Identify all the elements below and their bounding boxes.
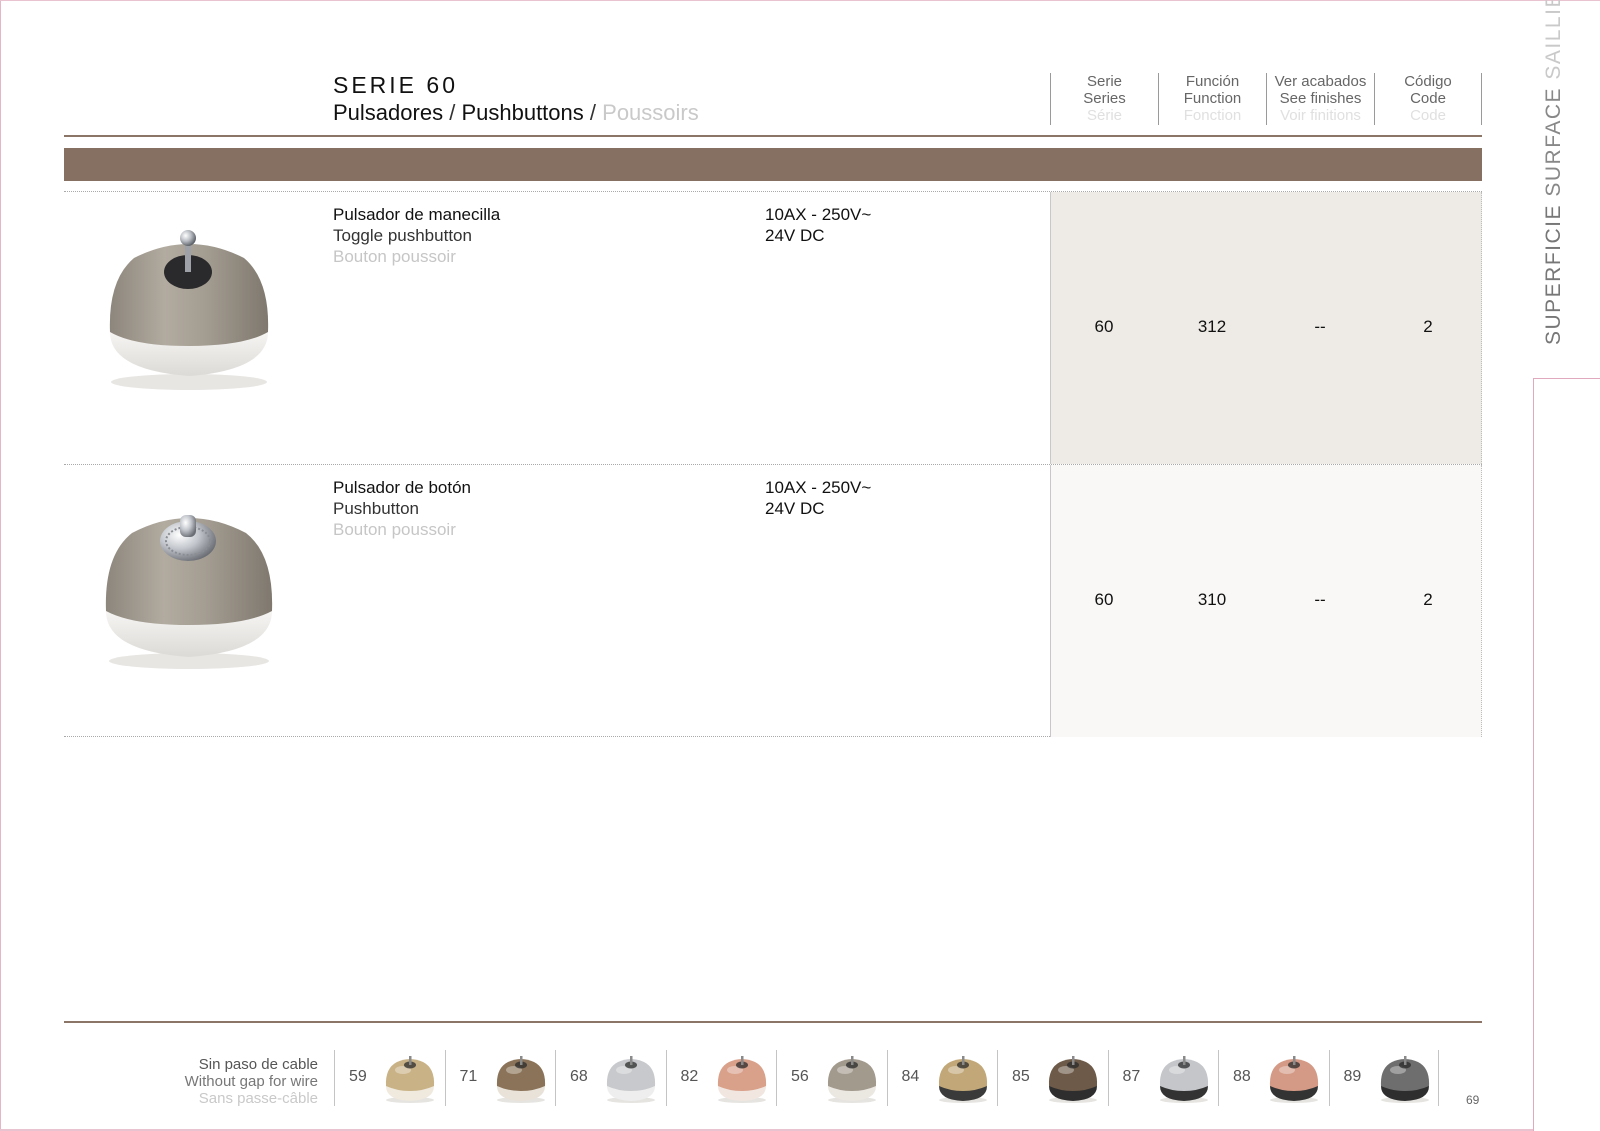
finish-swatches: 59 71 68 82 56 84 85 87 88 89 xyxy=(334,1050,1439,1106)
serie-value: 60 xyxy=(1094,317,1114,336)
page-header: SERIE 60 Pulsadores / Pushbuttons / Pous… xyxy=(333,72,699,126)
finish-swatch-icon xyxy=(717,1056,766,1103)
column-label-en: See finishes xyxy=(1279,90,1362,107)
column-label-es: Código xyxy=(1404,73,1452,90)
column-label-en: Code xyxy=(1410,90,1446,107)
product-row: Pulsador de botón Pushbutton Bouton pous… xyxy=(64,464,1482,737)
finish-swatch-item: 68 xyxy=(555,1050,666,1106)
column-label-fr: Série xyxy=(1086,107,1123,124)
product-name-es: Pulsador de manecilla xyxy=(333,205,501,224)
side-tab xyxy=(1533,378,1600,1131)
finish-code: 68 xyxy=(570,1068,588,1085)
function-value: 310 xyxy=(1197,590,1227,609)
header-divider xyxy=(64,135,1482,137)
column-label-es: Función xyxy=(1185,73,1240,90)
spec-line: 10AX - 250V~ xyxy=(765,478,872,497)
column-label-fr: Fonction xyxy=(1183,107,1242,124)
finish-code: 87 xyxy=(1122,1068,1141,1085)
finish-code: 82 xyxy=(680,1068,699,1085)
finish-swatch-icon xyxy=(385,1056,435,1103)
finish-swatch-item: 59 xyxy=(334,1050,445,1106)
finish-swatch-item: 84 xyxy=(886,1050,998,1106)
finish-code: 89 xyxy=(1343,1068,1362,1085)
subtitle-es: Pulsadores xyxy=(333,100,444,125)
spec-line: 24V DC xyxy=(765,499,825,518)
product-name: Pulsador de botón Pushbutton Bouton pous… xyxy=(333,477,471,540)
subtitle-separator: / xyxy=(589,100,597,125)
product-name: Pulsador de manecilla Toggle pushbutton … xyxy=(333,204,500,267)
column-header-code: Código Code Code xyxy=(1374,73,1482,125)
column-label-en: Function xyxy=(1183,90,1242,107)
footer-label-en: Without gap for wire xyxy=(184,1073,318,1090)
finishes-value: -- xyxy=(1314,317,1326,336)
finish-code: 56 xyxy=(791,1068,809,1085)
column-label-es: Ver acabados xyxy=(1274,73,1367,90)
column-header-finishes: Ver acabados See finishes Voir finitions xyxy=(1266,73,1374,125)
finish-swatch-item: 87 xyxy=(1107,1050,1219,1106)
footer-label: Sin paso de cable Without gap for wire S… xyxy=(150,1056,318,1107)
serie-value: 60 xyxy=(1094,590,1114,609)
finish-code: 71 xyxy=(459,1068,478,1085)
side-tab-label-en: SURFACE xyxy=(1542,86,1565,197)
footer-divider xyxy=(64,1021,1482,1023)
page-border xyxy=(0,0,1600,1)
footer-label-es: Sin paso de cable xyxy=(198,1056,318,1073)
column-header-serie: Serie Series Série xyxy=(1050,73,1158,125)
column-label-es: Serie xyxy=(1086,73,1123,90)
finish-swatch-icon xyxy=(1159,1056,1208,1103)
product-name-fr: Bouton poussoir xyxy=(333,520,456,539)
page-border xyxy=(0,0,1,1131)
finish-swatch-icon xyxy=(496,1056,545,1103)
finish-code: 84 xyxy=(901,1068,920,1085)
column-label-fr: Voir finitions xyxy=(1280,107,1361,124)
subtitle-separator: / xyxy=(449,100,456,125)
finish-swatch-item: 89 xyxy=(1328,1050,1439,1106)
finish-swatch-icon xyxy=(1048,1056,1098,1103)
finish-swatch-item: 71 xyxy=(444,1050,556,1106)
product-name-fr: Bouton poussoir xyxy=(333,247,456,266)
finish-code: 59 xyxy=(349,1068,367,1085)
subtitle-en: Pushbuttons xyxy=(461,100,584,125)
pushbutton-image xyxy=(105,515,273,669)
finish-swatch-icon xyxy=(938,1056,987,1103)
code-value: 2 xyxy=(1423,590,1433,609)
footer-label-fr: Sans passe-câble xyxy=(198,1090,318,1107)
product-spec: 10AX - 250V~ 24V DC xyxy=(765,204,871,246)
page-subtitle: Pulsadores / Pushbuttons / Poussoirs xyxy=(333,100,699,126)
product-name-en: Toggle pushbutton xyxy=(333,226,472,245)
page-number: 69 xyxy=(1466,1093,1480,1107)
side-tab-label-fr: SAILLIE xyxy=(1542,0,1565,80)
product-row: Pulsador de manecilla Toggle pushbutton … xyxy=(64,191,1482,464)
finish-code: 85 xyxy=(1012,1068,1030,1085)
column-label-fr: Code xyxy=(1410,107,1446,124)
subtitle-fr: Poussoirs xyxy=(602,100,699,125)
function-value: 312 xyxy=(1197,317,1227,336)
spec-line: 10AX - 250V~ xyxy=(765,205,872,224)
product-name-es: Pulsador de botón xyxy=(333,478,471,497)
finish-swatch-icon xyxy=(606,1056,656,1103)
toggle-pushbutton-image xyxy=(109,230,269,390)
finishes-value: -- xyxy=(1314,590,1326,609)
spec-line: 24V DC xyxy=(765,226,825,245)
finish-swatch-icon xyxy=(1380,1056,1429,1103)
product-spec: 10AX - 250V~ 24V DC xyxy=(765,477,871,519)
finish-swatch-icon xyxy=(827,1056,877,1103)
finish-swatch-item: 56 xyxy=(776,1050,887,1106)
side-tab-label: SUPERFICIE SURFACE SAILLIE xyxy=(1542,0,1566,345)
finish-swatch-item: 88 xyxy=(1218,1050,1329,1106)
column-headers: Serie Series Série Función Function Fonc… xyxy=(1050,73,1482,125)
code-value: 2 xyxy=(1423,317,1433,336)
finish-code: 88 xyxy=(1233,1068,1251,1085)
finish-swatch-icon xyxy=(1269,1056,1319,1103)
side-tab-label-es: SUPERFICIE xyxy=(1542,203,1565,345)
column-label-en: Series xyxy=(1083,90,1126,107)
product-name-en: Pushbutton xyxy=(333,499,420,518)
serie-title: SERIE 60 xyxy=(333,72,458,98)
finish-swatch-item: 82 xyxy=(665,1050,777,1106)
column-header-function: Función Function Fonction xyxy=(1158,73,1266,125)
section-band xyxy=(64,148,1482,181)
finish-swatch-item: 85 xyxy=(997,1050,1108,1106)
